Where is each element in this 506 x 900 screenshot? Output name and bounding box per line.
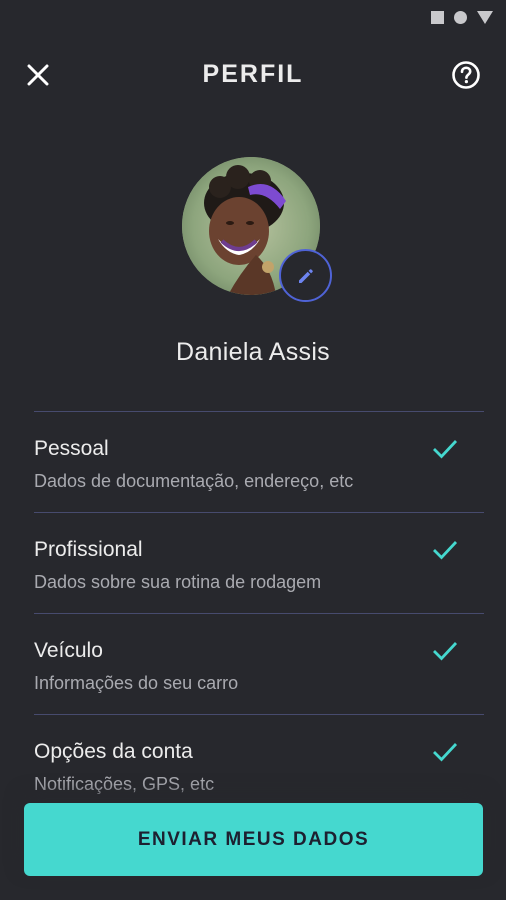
page-title: PERFIL [202,60,304,88]
menu-item-subtitle: Dados sobre sua rotina de rodagem [34,572,322,592]
user-name: Daniela Assis [176,338,330,366]
menu-item-pessoal[interactable]: Pessoal Dados de documentação, endereço,… [34,412,484,513]
circle-icon [454,11,467,24]
menu-item-subtitle: Dados de documentação, endereço, etc [34,471,354,491]
square-icon [431,11,444,24]
check-icon [433,440,458,459]
edit-photo-button[interactable] [279,249,332,302]
avatar-container [182,157,332,302]
menu-item-title: Opções da conta [34,740,193,763]
check-icon [433,743,458,762]
pencil-icon [298,268,313,283]
menu-item-title: Veículo [34,639,103,662]
menu-item-profissional[interactable]: Profissional Dados sobre sua rotina de r… [34,513,484,614]
check-icon [433,642,458,661]
menu-item-veiculo[interactable]: Veículo Informações do seu carro [34,614,484,715]
app-bar: PERFIL [0,50,506,100]
menu-item-title: Profissional [34,538,143,561]
profile-screen: PERFIL Daniela Assis Pessoal Dados de do… [0,0,506,900]
menu-item-subtitle: Informações do seu carro [34,673,239,693]
status-bar [0,0,506,34]
profile-menu: Pessoal Dados de documentação, endereço,… [34,411,484,815]
check-icon [433,541,458,560]
menu-item-title: Pessoal [34,437,109,460]
menu-item-opcoes-conta[interactable]: Opções da conta Notificações, GPS, etc [34,715,484,815]
submit-data-button[interactable]: ENVIAR MEUS DADOS [24,803,483,876]
menu-item-subtitle: Notificações, GPS, etc [34,774,215,794]
status-icons [431,11,493,24]
triangle-icon [477,11,493,24]
help-icon [452,61,480,89]
help-button[interactable] [450,59,482,91]
